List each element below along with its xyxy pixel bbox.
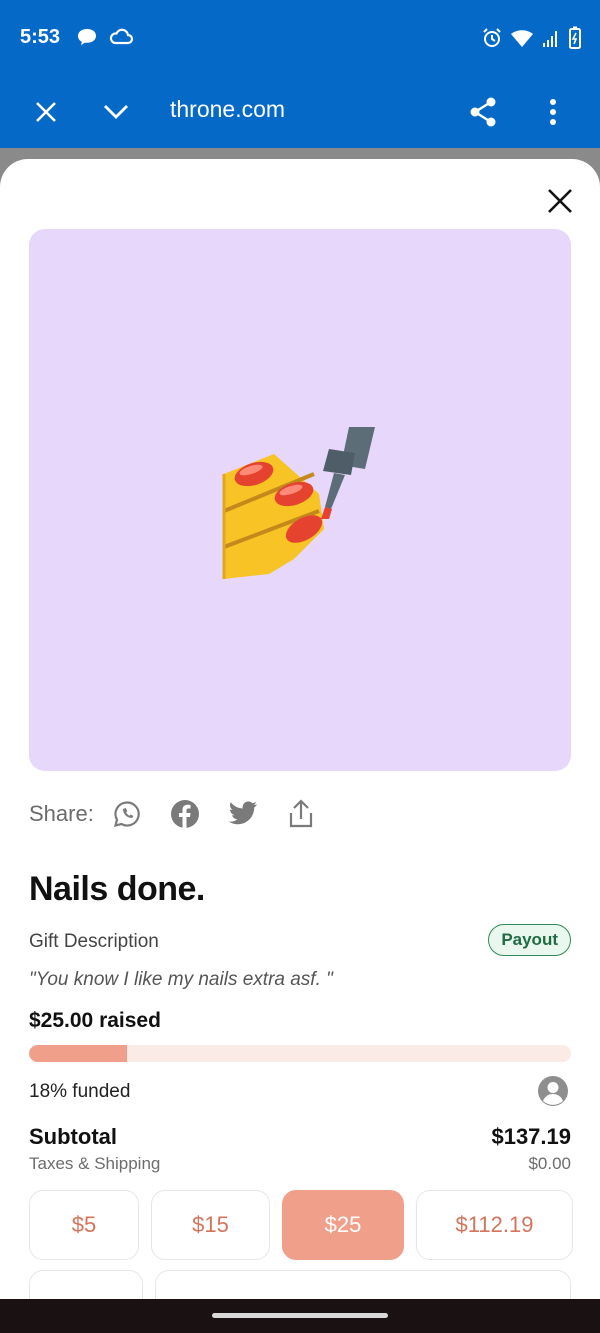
subtotal-value: $137.19 (491, 1124, 571, 1149)
secondary-options-row (29, 1270, 571, 1299)
system-nav-bar (0, 1299, 600, 1333)
signal-icon (541, 28, 561, 53)
close-sheet-button[interactable] (542, 183, 578, 219)
gift-description-label: Gift Description (29, 931, 159, 952)
upload-icon (289, 799, 312, 828)
battery-icon (568, 26, 582, 55)
close-tab-button[interactable] (28, 94, 64, 130)
gift-title: Nails done. (29, 870, 205, 908)
facebook-icon (170, 800, 199, 828)
user-avatar-icon (538, 1076, 568, 1106)
custom-amount-input[interactable] (155, 1270, 571, 1299)
share-row: Share: (29, 797, 342, 831)
funding-progress-bar (29, 1045, 571, 1062)
amount-options: $5 $15 $25 $112.19 (29, 1190, 573, 1260)
whatsapp-icon (113, 801, 140, 828)
share-label: Share: (29, 801, 94, 826)
raised-amount: $25.00 raised (29, 1009, 161, 1032)
twitter-icon (228, 801, 257, 825)
share-whatsapp-button[interactable] (110, 797, 144, 831)
collapse-button[interactable] (98, 94, 134, 130)
chevron-down-icon (104, 105, 128, 119)
share-facebook-button[interactable] (168, 797, 202, 831)
amount-option-25[interactable]: $25 (282, 1190, 404, 1260)
wifi-icon (510, 28, 534, 53)
chat-bubble-icon (76, 27, 98, 52)
amount-option-15[interactable]: $15 (151, 1190, 270, 1260)
taxes-value: $0.00 (528, 1154, 571, 1173)
funding-progress-fill (29, 1045, 127, 1062)
share-page-button[interactable] (465, 94, 501, 130)
amount-option-5[interactable]: $5 (29, 1190, 139, 1260)
close-icon (548, 189, 572, 213)
contributor-avatar[interactable] (537, 1075, 569, 1107)
cloud-icon (108, 27, 134, 52)
share-upload-button[interactable] (284, 797, 318, 831)
more-vert-icon (550, 99, 556, 125)
gift-image (29, 229, 571, 771)
amount-option-full[interactable]: $112.19 (416, 1190, 573, 1260)
payout-badge: Payout (488, 924, 571, 956)
currency-select[interactable] (29, 1270, 143, 1299)
share-icon (470, 97, 496, 127)
close-icon (36, 102, 56, 122)
url-text[interactable]: throne.com (170, 96, 285, 123)
gift-sheet: Share: Nails done. Gift Description Payo… (0, 159, 600, 1299)
share-twitter-button[interactable] (226, 797, 260, 831)
gift-quote: "You know I like my nails extra asf. " (29, 969, 333, 990)
funded-label: 18% funded (29, 1081, 131, 1102)
home-gesture-handle[interactable] (212, 1313, 388, 1318)
browser-toolbar: throne.com (0, 76, 600, 148)
nail-polish-icon (222, 427, 375, 579)
taxes-label: Taxes & Shipping (29, 1154, 161, 1173)
more-options-button[interactable] (535, 94, 571, 130)
status-time: 5:53 (20, 26, 61, 48)
subtotal-label: Subtotal (29, 1124, 117, 1149)
alarm-icon (481, 27, 503, 54)
status-bar: 5:53 (0, 0, 600, 76)
